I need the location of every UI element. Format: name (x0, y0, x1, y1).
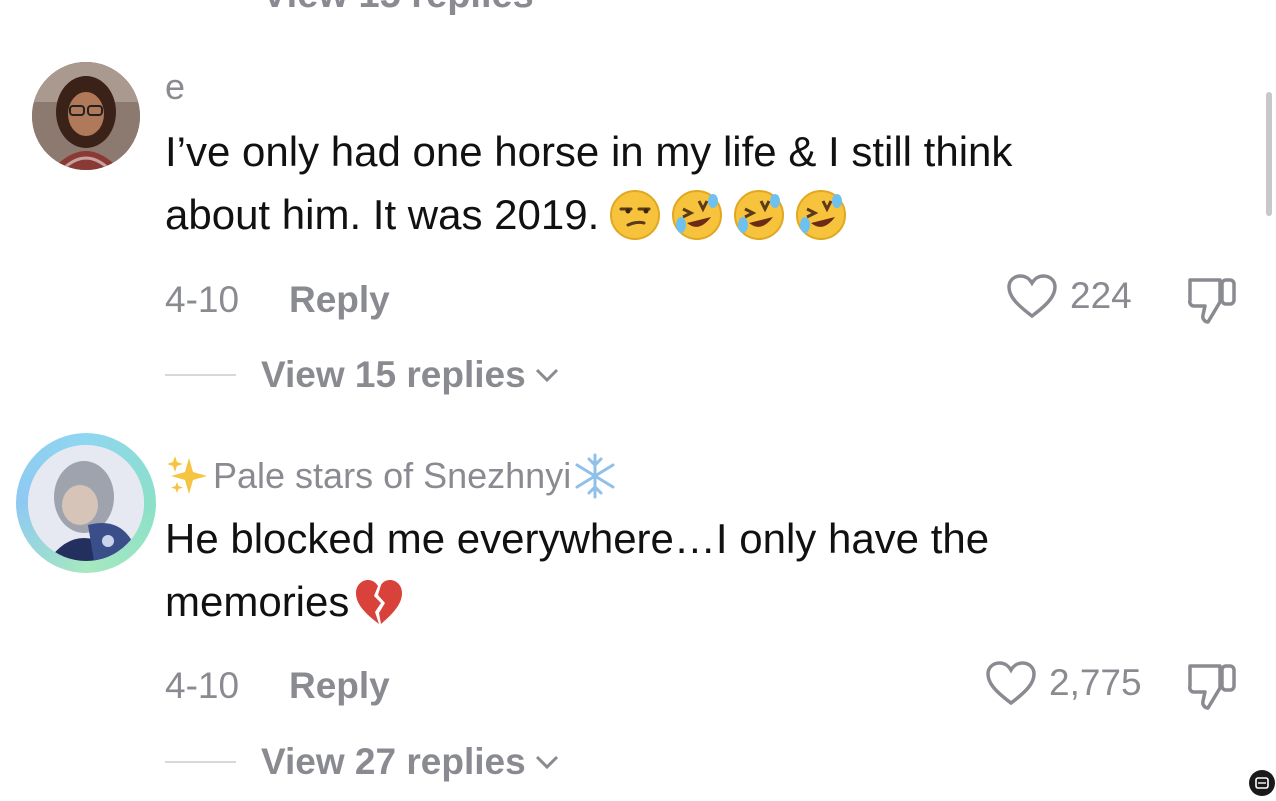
chevron-down-icon (535, 368, 558, 383)
avatar[interactable] (32, 62, 140, 170)
like-button[interactable]: 224 (1006, 273, 1132, 319)
rolling-on-floor-laughing-icon (671, 189, 723, 241)
dislike-icon[interactable] (1186, 274, 1238, 326)
scrollbar[interactable] (1266, 92, 1272, 216)
reply-button[interactable]: Reply (289, 279, 390, 321)
comment-username[interactable]: e (165, 66, 185, 108)
divider-line (165, 374, 236, 376)
like-count: 2,775 (1049, 662, 1142, 703)
divider-line (165, 761, 236, 763)
comment-text-line2-label: about him. It was 2019. (165, 191, 600, 238)
screen-capture-icon[interactable] (1249, 770, 1275, 796)
view-replies-button[interactable]: View 15 replies (261, 354, 560, 396)
comment-text-line1: He blocked me everywhere…I only have the (165, 515, 990, 562)
broken-heart-icon (353, 576, 405, 628)
comment-text-line2: about him. It was 2019. (165, 183, 1165, 246)
comment-date: 4-10 (165, 279, 240, 320)
view-replies-label: View 27 replies (261, 741, 526, 782)
rolling-on-floor-laughing-icon (733, 189, 785, 241)
like-button[interactable]: 2,775 (985, 660, 1142, 706)
like-count: 224 (1070, 275, 1132, 316)
rolling-on-floor-laughing-icon (795, 189, 847, 241)
heart-icon (986, 661, 1036, 706)
view-replies-label: View 15 replies (261, 354, 526, 395)
snowflake-icon (575, 453, 615, 499)
heart-icon (1007, 274, 1057, 319)
comment-username-row[interactable]: Pale stars of Snezhnyi (165, 452, 619, 500)
comment-text-line2-label: memories (165, 578, 350, 625)
view-replies-cutoff[interactable]: View 15 replies (262, 0, 534, 17)
comment-text: I’ve only had one horse in my life & I s… (165, 120, 1165, 246)
reply-button[interactable]: Reply (289, 665, 390, 707)
sparkles-icon (167, 456, 207, 494)
comment-text: He blocked me everywhere…I only have the… (165, 507, 1165, 633)
chevron-down-icon (535, 755, 558, 770)
view-replies-button[interactable]: View 27 replies (261, 741, 560, 783)
unamused-face-icon (609, 189, 661, 241)
comment-text-line2: memories (165, 570, 1165, 633)
comment-date: 4-10 (165, 665, 240, 706)
comment-text-line1: I’ve only had one horse in my life & I s… (165, 128, 1013, 175)
dislike-icon[interactable] (1186, 660, 1238, 712)
avatar[interactable] (28, 445, 144, 561)
comment-username[interactable]: Pale stars of Snezhnyi (213, 455, 571, 497)
